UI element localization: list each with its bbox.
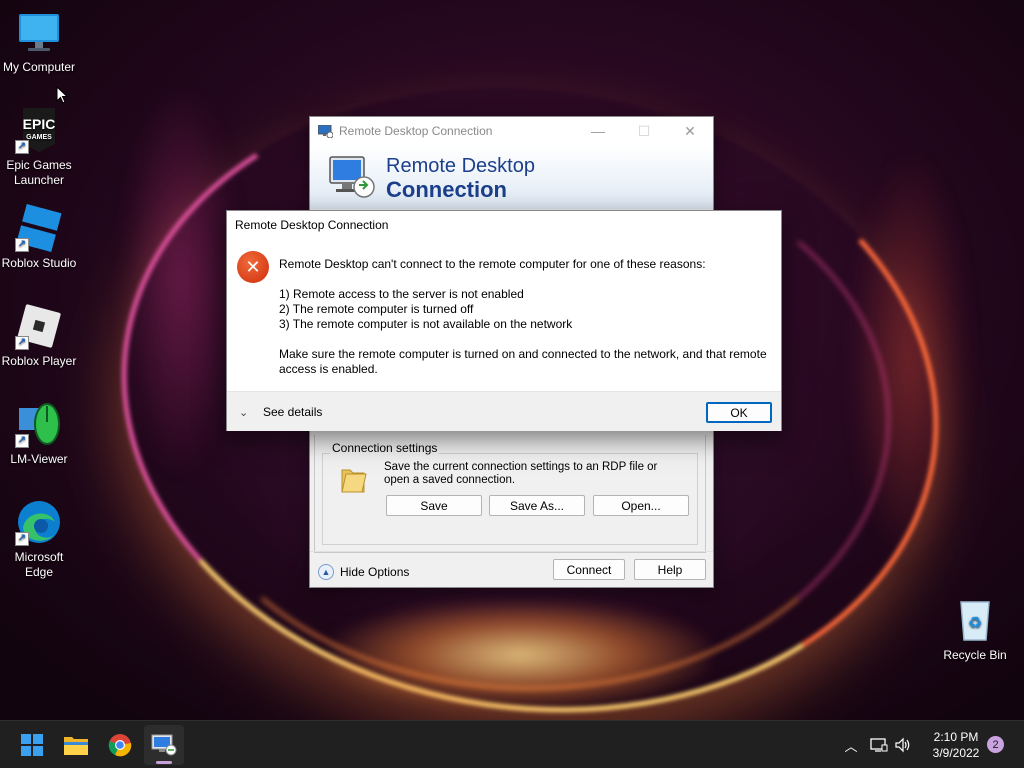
remote-desktop-icon: [151, 734, 177, 756]
ok-button[interactable]: OK: [706, 402, 772, 423]
desktop-icon-lm-viewer[interactable]: ↗ LM-Viewer: [0, 400, 78, 467]
svg-text:♻: ♻: [968, 615, 982, 632]
notification-badge[interactable]: 2: [987, 736, 1004, 753]
chevron-up-icon: ▲: [318, 564, 334, 580]
close-button[interactable]: ✕: [667, 117, 713, 145]
desktop-icon-epic-games[interactable]: EPIC GAMES ↗ Epic Games Launcher: [0, 106, 78, 188]
wallpaper-glow: [330, 600, 710, 710]
connection-settings-legend: Connection settings: [330, 441, 440, 455]
error-advice: Make sure the remote computer is turned …: [279, 347, 767, 376]
taskbar-remote-desktop[interactable]: [144, 725, 184, 765]
roblox-player-icon: ↗: [15, 302, 63, 350]
error-reason: 2) The remote computer is turned off: [279, 302, 474, 316]
divider: [310, 551, 713, 552]
clock-date: 3/9/2022: [932, 746, 980, 760]
error-message: Remote Desktop can't connect to the remo…: [279, 257, 774, 377]
error-reason: 3) The remote computer is not available …: [279, 317, 573, 331]
file-explorer-icon: [64, 737, 88, 755]
recycle-bin-icon: ♻: [951, 596, 999, 644]
desktop-icon-label: LM-Viewer: [10, 452, 68, 466]
see-details-toggle[interactable]: ⌄ See details: [239, 405, 322, 419]
desktop-icon-label: Epic Games Launcher: [6, 158, 72, 187]
desktop-icon-my-computer[interactable]: My Computer: [0, 8, 78, 75]
desktop-icon-label: Recycle Bin: [943, 648, 1007, 662]
shortcut-arrow-icon: ↗: [15, 434, 29, 448]
desktop-icon-label: My Computer: [2, 60, 76, 74]
roblox-studio-icon: ↗: [15, 204, 63, 252]
desktop-icon-microsoft-edge[interactable]: ↗ Microsoft Edge: [0, 498, 78, 580]
window-titlebar[interactable]: Remote Desktop Connection ― ☐ ✕: [310, 117, 713, 145]
shortcut-arrow-icon: ↗: [15, 336, 29, 350]
shortcut-arrow-icon: ↗: [15, 140, 29, 154]
show-hidden-icons-icon[interactable]: ︿: [842, 736, 860, 755]
folder-icon: [341, 469, 367, 493]
error-intro: Remote Desktop can't connect to the remo…: [279, 257, 706, 271]
desktop-icon-roblox-studio[interactable]: ↗ Roblox Studio: [0, 204, 78, 271]
lm-viewer-icon: ↗: [15, 400, 63, 448]
clock-time: 2:10 PM: [933, 730, 979, 744]
shortcut-arrow-icon: ↗: [15, 532, 29, 546]
chevron-down-icon: ⌄: [239, 406, 249, 419]
hide-options-label: Hide Options: [340, 565, 410, 579]
taskbar-file-explorer[interactable]: [56, 725, 96, 765]
monitor-icon: [15, 8, 63, 56]
network-icon[interactable]: [870, 737, 888, 753]
desktop-icon-label: Roblox Studio: [1, 256, 77, 270]
chrome-icon: [108, 734, 132, 757]
start-icon: [21, 734, 43, 756]
rdp-banner: Remote Desktop Connection: [310, 145, 713, 209]
minimize-button[interactable]: ―: [575, 117, 621, 145]
edge-icon: ↗: [15, 498, 63, 546]
desktop-icon-recycle-bin[interactable]: ♻ Recycle Bin: [936, 596, 1014, 663]
hide-options-toggle[interactable]: ▲ Hide Options: [318, 564, 409, 580]
maximize-button[interactable]: ☐: [621, 117, 667, 145]
save-button[interactable]: Save: [386, 495, 482, 516]
help-button[interactable]: Help: [634, 559, 706, 580]
dialog-title: Remote Desktop Connection: [235, 218, 389, 232]
active-app-indicator: [156, 761, 172, 764]
error-reason: 1) Remote access to the server is not en…: [279, 287, 524, 301]
error-dialog: Remote Desktop Connection ✕ Remote Deskt…: [226, 210, 782, 431]
remote-desktop-monitor-icon: [329, 156, 375, 198]
banner-title-line1: Remote Desktop: [386, 155, 535, 177]
start-button[interactable]: [12, 725, 52, 765]
see-details-label: See details: [263, 405, 323, 419]
shortcut-arrow-icon: ↗: [15, 238, 29, 252]
taskbar: ︿ 2:10 PM 3/9/2022: [0, 720, 1024, 768]
save-as-button[interactable]: Save As...: [489, 495, 585, 516]
desktop-icon-roblox-player[interactable]: ↗ Roblox Player: [0, 302, 78, 369]
banner-title-line2: Connection: [386, 177, 507, 202]
svg-text:EPIC: EPIC: [23, 116, 56, 132]
epic-games-icon: EPIC GAMES ↗: [15, 106, 63, 154]
error-icon: ✕: [237, 251, 269, 283]
volume-icon[interactable]: [894, 737, 912, 753]
svg-text:GAMES: GAMES: [26, 134, 52, 141]
dialog-footer: ⌄ See details OK: [227, 391, 781, 431]
remote-desktop-icon: [318, 124, 333, 138]
connect-button[interactable]: Connect: [553, 559, 625, 580]
system-tray: ︿: [842, 721, 912, 768]
connection-settings-description: Save the current connection settings to …: [384, 461, 658, 486]
open-button[interactable]: Open...: [593, 495, 689, 516]
desktop-icon-label: Roblox Player: [1, 354, 77, 368]
window-title: Remote Desktop Connection: [339, 124, 493, 138]
mouse-cursor-icon: [56, 86, 68, 104]
desktop-icon-label: Microsoft Edge: [14, 550, 64, 579]
taskbar-chrome[interactable]: [100, 725, 140, 765]
taskbar-clock[interactable]: 2:10 PM 3/9/2022: [920, 729, 992, 761]
